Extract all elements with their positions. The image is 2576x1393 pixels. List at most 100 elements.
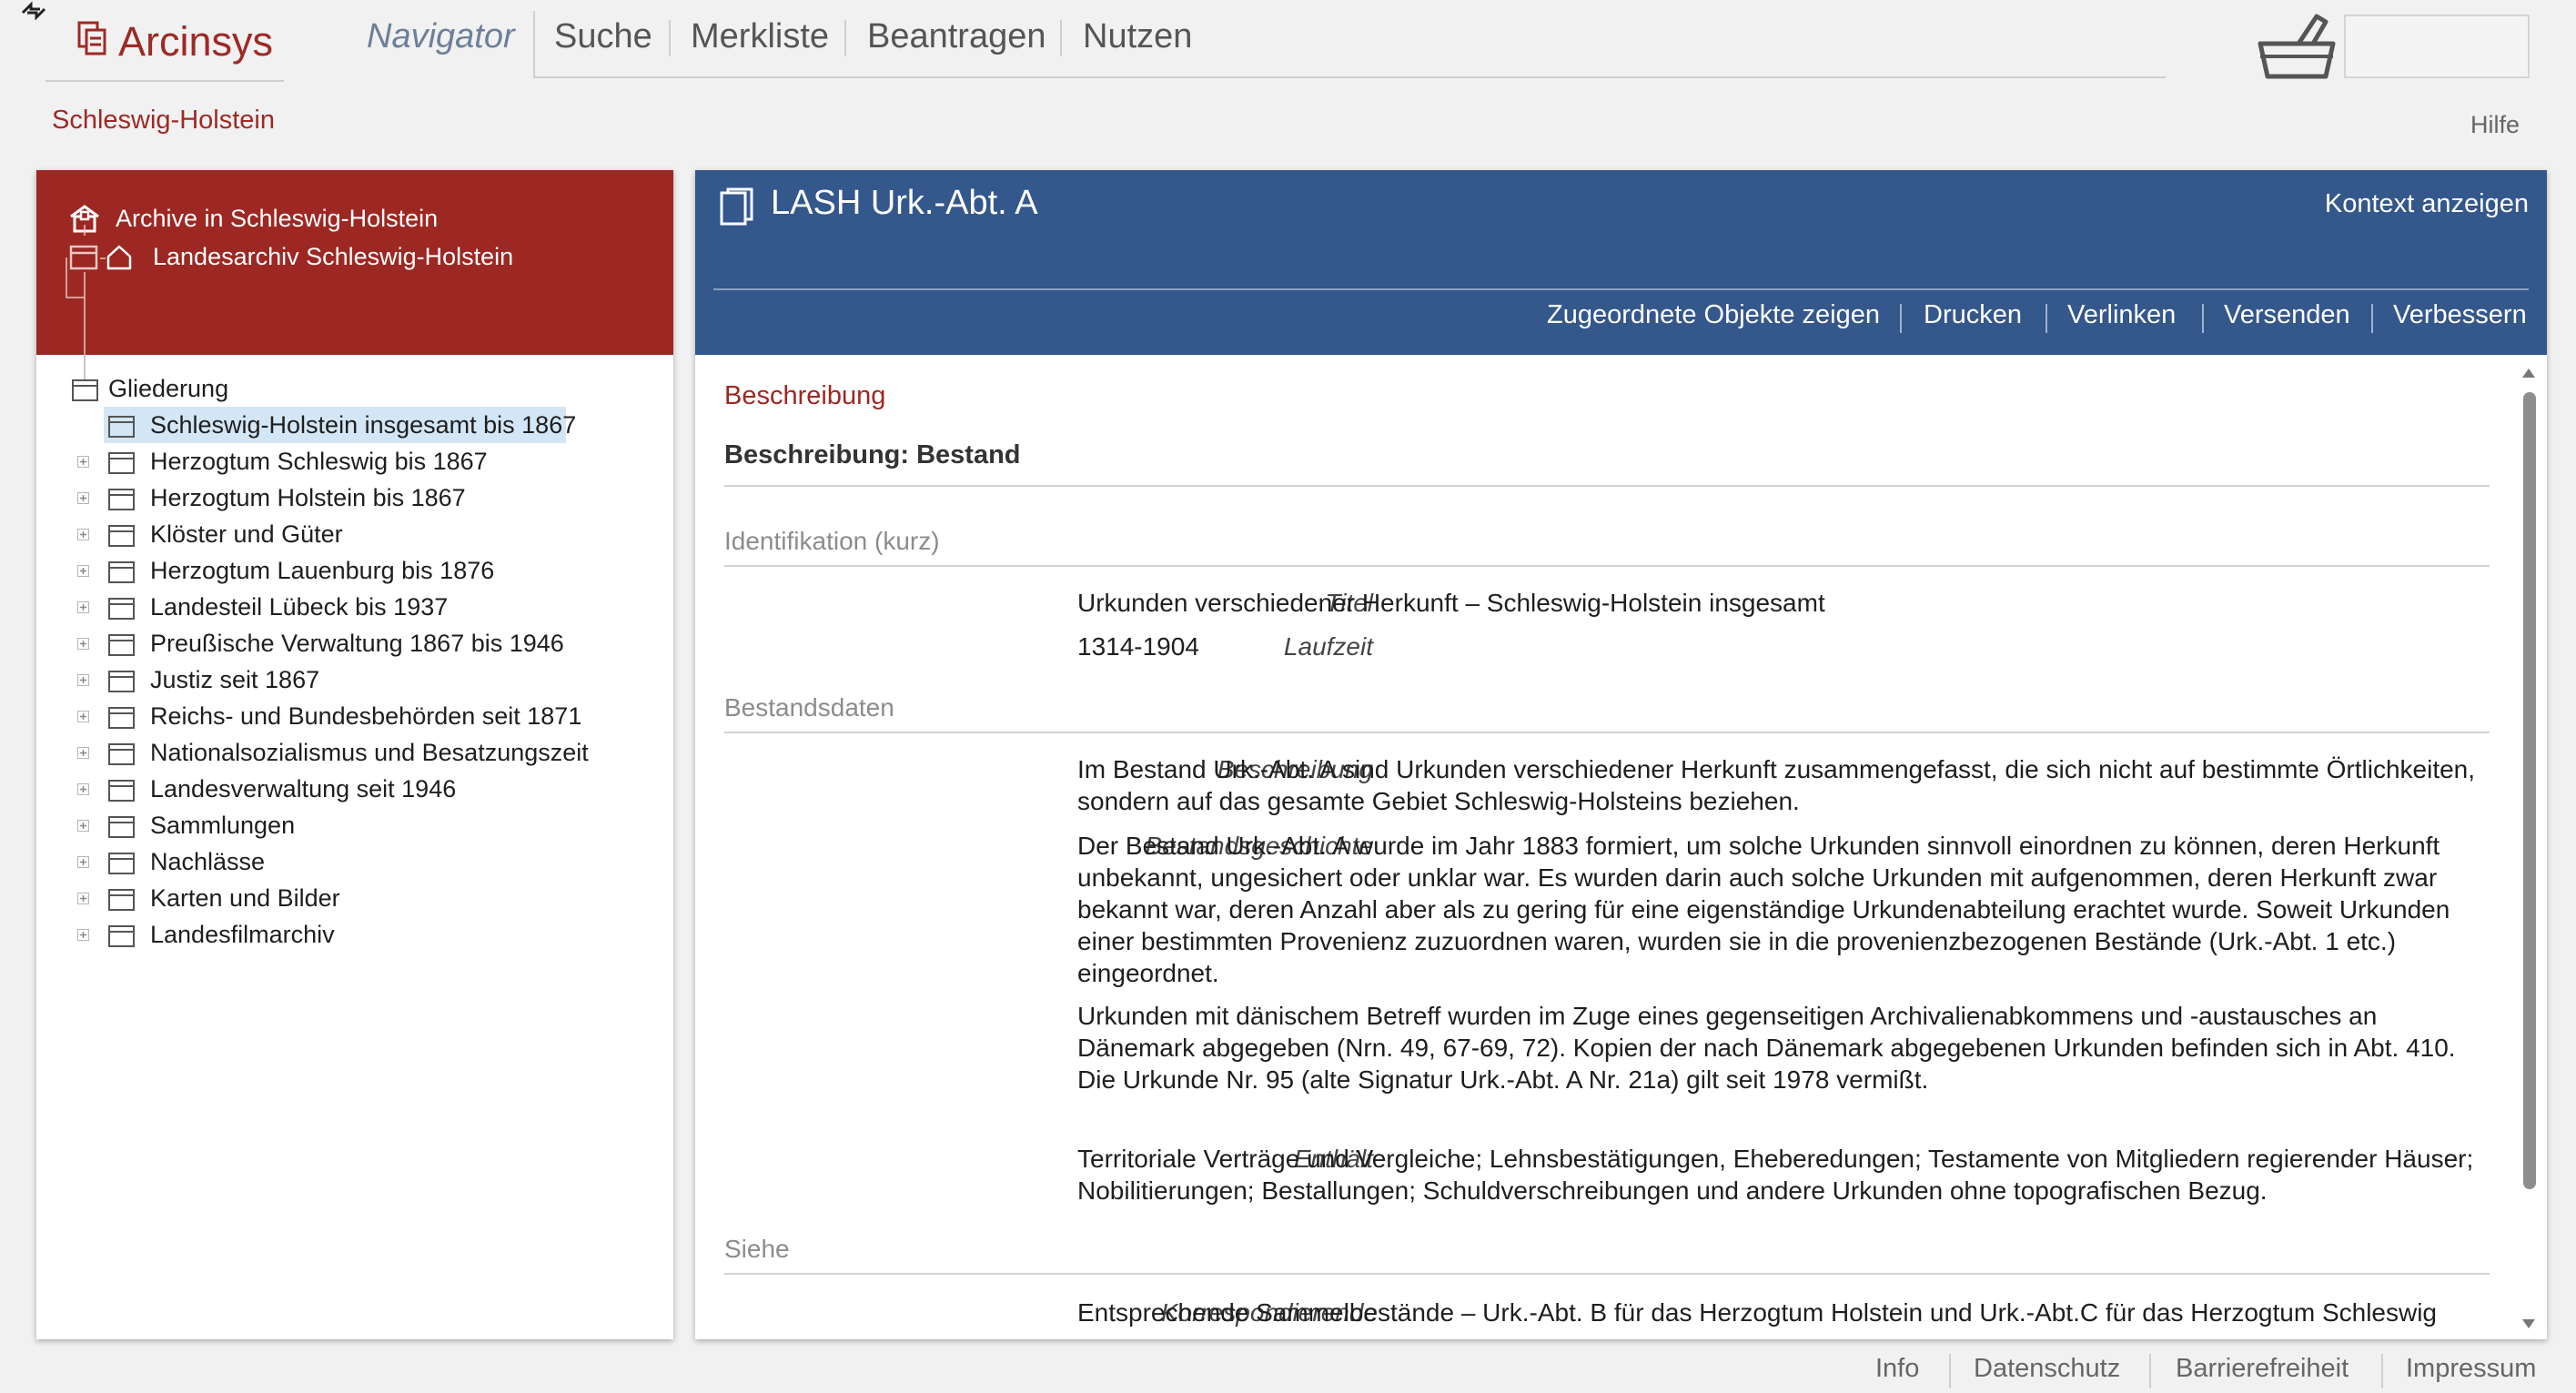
tree-item[interactable]: Preußische Verwaltung 1867 bis 1946 <box>36 625 673 661</box>
folder-icon <box>107 669 136 694</box>
tree-item[interactable]: Herzogtum Holstein bis 1867 <box>36 479 673 516</box>
group-see: Siehe <box>724 1235 790 1263</box>
footer-accessibility-link[interactable]: Barrierefreiheit <box>2176 1354 2349 1384</box>
tree-item[interactable]: Herzogtum Schleswig bis 1867 <box>36 443 673 479</box>
nav-navigator[interactable]: Navigator <box>367 17 515 56</box>
expand-plus-icon[interactable] <box>77 674 89 686</box>
expand-plus-icon[interactable] <box>77 492 89 504</box>
nav-nutzen[interactable]: Nutzen <box>1083 17 1192 56</box>
footer-info-link[interactable]: Info <box>1875 1354 1919 1384</box>
send-button[interactable]: Versenden <box>2224 300 2350 330</box>
header-divider <box>713 288 2529 290</box>
show-context-link[interactable]: Kontext anzeigen <box>2325 189 2529 219</box>
scroll-down-icon[interactable] <box>2520 1317 2537 1330</box>
expand-plus-icon[interactable] <box>77 638 89 650</box>
group-identification: Identifikation (kurz) <box>724 527 940 555</box>
description-heading: Beschreibung: Bestand <box>724 440 1021 469</box>
history-paragraph: Der Bestand Urk.-Abt. A wurde im Jahr 18… <box>1077 832 2450 987</box>
tree-item[interactable]: Landesteil Lübeck bis 1937 <box>36 589 673 625</box>
nav-merkliste[interactable]: Merkliste <box>691 17 829 56</box>
folder-icon <box>107 851 136 876</box>
field-value-korrespondierende: Entsprechende Sammelbestände – Urk.-Abt.… <box>1077 1298 2437 1327</box>
divider <box>724 1273 2490 1275</box>
tree-item[interactable]: Landesfilmarchiv <box>36 916 673 953</box>
detail-header: LASH Urk.-Abt. A Kontext anzeigen Zugeor… <box>695 170 2547 355</box>
history-paragraph: Die Urkunde Nr. 95 (alte Signatur Urk.-A… <box>1077 1065 1929 1094</box>
scrollbar[interactable] <box>2516 362 2541 1334</box>
tree-item[interactable]: Herzogtum Lauenburg bis 1876 <box>36 552 673 589</box>
app-title: Arcinsys <box>118 18 274 65</box>
navigator-tree-panel: Archive in Schleswig-Holstein Landesarch… <box>36 170 673 1339</box>
footer-imprint-link[interactable]: Impressum <box>2406 1354 2536 1384</box>
expand-plus-icon[interactable] <box>77 856 89 868</box>
basket-counter-box[interactable] <box>2344 15 2530 78</box>
action-separator <box>1900 304 1902 333</box>
nav-suche[interactable]: Suche <box>554 17 652 56</box>
nav-separator <box>844 20 846 56</box>
tree-connector-lines <box>66 225 106 381</box>
tree-item[interactable]: Reichs- und Bundesbehörden seit 1871 <box>36 698 673 734</box>
field-value-beschreibung: Im Bestand Urk.-Abt. A sind Urkunden ver… <box>1077 755 2476 815</box>
footer-privacy-link[interactable]: Datenschutz <box>1974 1354 2120 1384</box>
arcinsys-logo-icon <box>76 20 113 58</box>
nav-divider <box>533 11 535 78</box>
expand-plus-icon[interactable] <box>77 711 89 722</box>
tree-item[interactable]: Klöster und Güter <box>36 516 673 552</box>
basket-icon[interactable] <box>2253 9 2340 82</box>
region-link[interactable]: Schleswig-Holstein <box>52 106 275 136</box>
divider <box>724 485 2490 487</box>
tree-item[interactable]: Nationalsozialismus und Besatzungszeit <box>36 734 673 771</box>
tree-item-label: Landesfilmarchiv <box>150 921 335 948</box>
show-assigned-objects-button[interactable]: Zugeordnete Objekte zeigen <box>1547 300 1880 330</box>
scroll-up-icon[interactable] <box>2520 367 2537 379</box>
section-title: Beschreibung <box>724 381 886 410</box>
tree-item-label: Herzogtum Lauenburg bis 1876 <box>150 557 495 584</box>
help-link[interactable]: Hilfe <box>2470 111 2520 139</box>
tree-item[interactable]: Justiz seit 1867 <box>36 661 673 698</box>
improve-button[interactable]: Verbessern <box>2393 300 2527 330</box>
tree-item-label: Herzogtum Holstein bis 1867 <box>150 484 466 511</box>
expand-plus-icon[interactable] <box>77 601 89 613</box>
tree-item[interactable]: Nachlässe <box>36 843 673 880</box>
logo[interactable]: Arcinsys <box>45 0 284 82</box>
nav-separator <box>669 20 671 56</box>
expand-plus-icon[interactable] <box>77 456 89 468</box>
tree-item-label: Klöster und Güter <box>150 520 343 548</box>
tree-item[interactable]: Landesverwaltung seit 1946 <box>36 771 673 807</box>
nav-separator <box>1060 20 1062 56</box>
folder-icon <box>107 560 136 585</box>
tree-item[interactable]: Karten und Bilder <box>36 880 673 916</box>
expand-plus-icon[interactable] <box>77 565 89 577</box>
record-icon <box>719 187 755 227</box>
link-button[interactable]: Verlinken <box>2067 300 2176 330</box>
expand-plus-icon[interactable] <box>77 747 89 759</box>
nav-underline <box>533 76 2166 78</box>
cursor-icon <box>20 0 47 22</box>
folder-icon <box>107 924 136 949</box>
tree-item-label: Landesteil Lübeck bis 1937 <box>150 593 449 621</box>
footer-separator <box>2381 1354 2383 1388</box>
folder-icon <box>107 450 136 476</box>
print-button[interactable]: Drucken <box>1924 300 2022 330</box>
tree-item[interactable]: Schleswig-Holstein insgesamt bis 1867 <box>36 407 673 443</box>
folder-icon <box>107 632 136 658</box>
nav-beantragen[interactable]: Beantragen <box>867 17 1046 56</box>
expand-plus-icon[interactable] <box>77 820 89 832</box>
record-title: LASH Urk.-Abt. A <box>771 184 1038 222</box>
tree-item[interactable]: Sammlungen <box>36 807 673 843</box>
expand-plus-icon[interactable] <box>77 783 89 795</box>
folder-icon <box>107 814 136 840</box>
tree-root-label[interactable]: Gliederung <box>108 375 228 403</box>
folder-icon <box>71 378 100 403</box>
expand-plus-icon[interactable] <box>77 893 89 904</box>
expand-plus-icon[interactable] <box>77 529 89 540</box>
tree-item-label: Herzogtum Schleswig bis 1867 <box>150 448 488 475</box>
action-separator <box>2202 304 2204 333</box>
tree-item-label: Sammlungen <box>150 812 296 839</box>
tree-item-label: Karten und Bilder <box>150 884 340 912</box>
scrollbar-thumb[interactable] <box>2523 392 2536 1189</box>
divider <box>724 732 2490 733</box>
expand-plus-icon[interactable] <box>77 929 89 941</box>
field-value-bestandsgeschichte: Der Bestand Urk.-Abt. A wurde im Jahr 18… <box>1077 830 2497 1095</box>
folder-icon <box>107 523 136 549</box>
